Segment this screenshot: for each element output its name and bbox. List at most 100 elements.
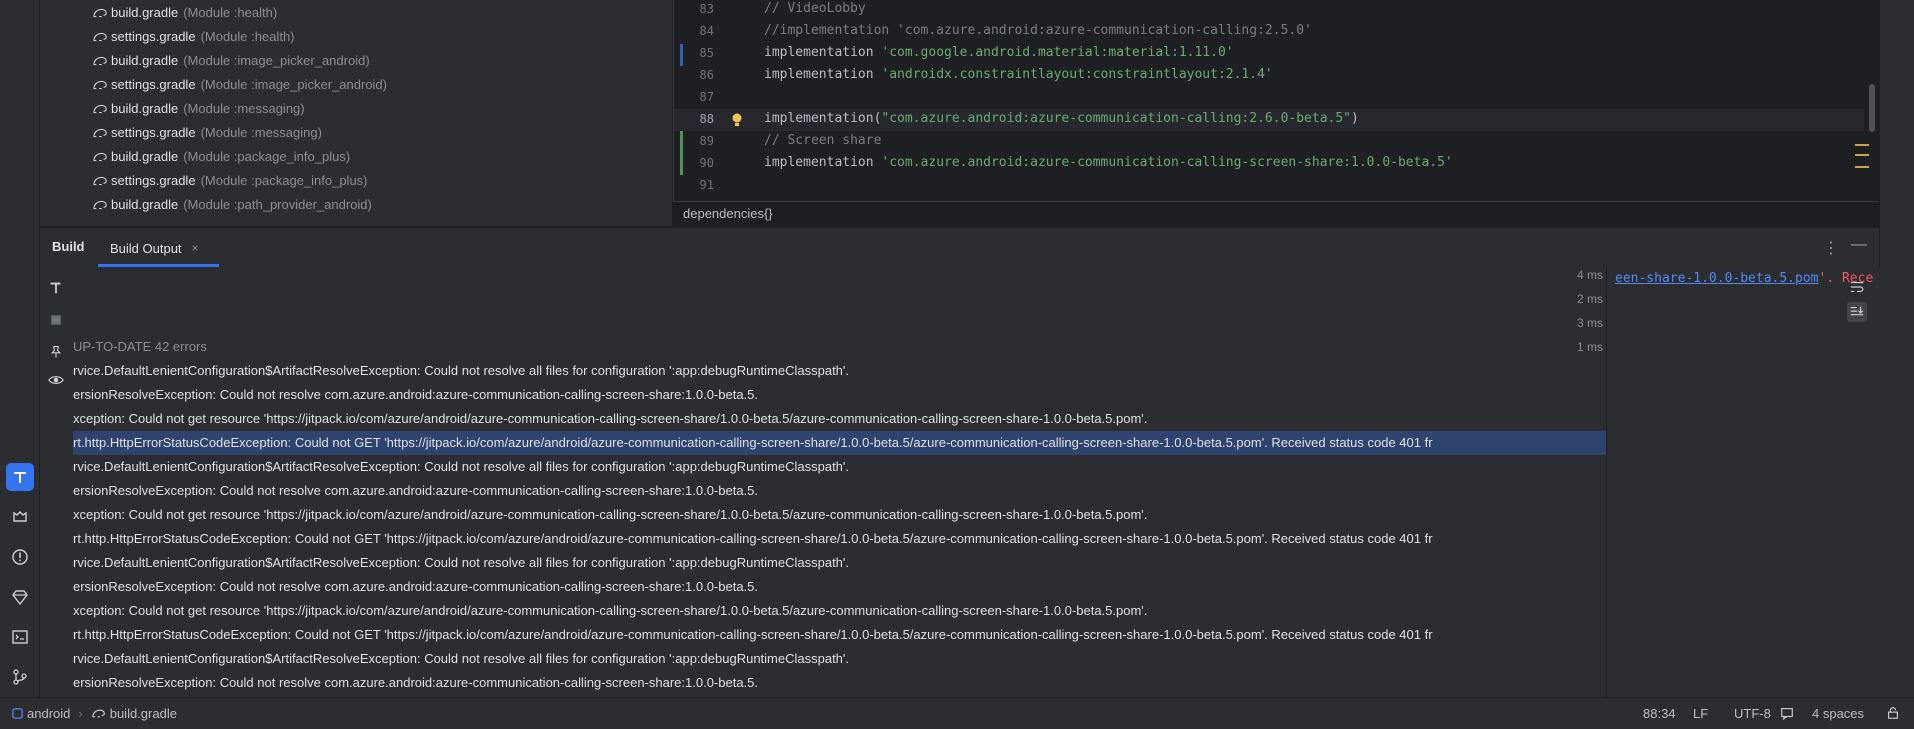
output-line[interactable]: rvice.DefaultLenientConfiguration$Artifa… (73, 359, 1606, 383)
tree-item[interactable]: settings.gradle (Module :package_info_plu… (92, 169, 368, 193)
tree-item-name: settings.gradle (111, 77, 196, 92)
build-detail-pane[interactable]: een-share-1.0.0-beta.5.pom'. Rece (1606, 267, 1885, 697)
code-keyword: implementation( (764, 111, 882, 126)
git-tool-button[interactable] (6, 663, 34, 691)
output-line[interactable]: rvice.DefaultLenientConfiguration$Artifa… (73, 455, 1606, 479)
tree-item-module: (Module :health) (200, 29, 295, 44)
tree-item[interactable]: build.gradle (Module :image_picker_androi… (92, 49, 370, 73)
pin-button[interactable] (47, 343, 65, 361)
terminal-tool-button[interactable] (6, 623, 34, 651)
hammer-icon (50, 282, 61, 294)
view-button[interactable] (47, 371, 65, 389)
editor-breadcrumb[interactable]: dependencies{} (673, 201, 1879, 226)
tree-item[interactable]: build.gradle (Module :package_info_plus) (92, 145, 350, 169)
code-line[interactable]: implementation 'com.azure.android:azure-… (764, 152, 1453, 174)
toolwindow-title: Build (52, 239, 85, 254)
output-line[interactable]: rt.http.HttpErrorStatusCodeException: Co… (73, 431, 1606, 455)
code-comment: //implementation 'com.azure.android:azur… (764, 23, 1312, 38)
code-string: 'com.google.android.material:material:1.… (881, 45, 1234, 60)
output-line[interactable]: 4 ms (73, 267, 1606, 287)
code-editor[interactable]: 83 // VideoLobby 84 //implementation 'com.a… (673, 0, 1879, 226)
tree-item-name: build.gradle (111, 53, 179, 68)
output-line[interactable]: ersionResolveException: Could not resolv… (73, 479, 1606, 503)
lock-icon[interactable] (1886, 706, 1900, 720)
output-line[interactable]: rvice.DefaultLenientConfiguration$Artifa… (73, 647, 1606, 671)
code-keyword: implementation (764, 45, 882, 60)
logcat-tool-button[interactable] (6, 503, 34, 531)
pom-link[interactable]: een-share-1.0.0-beta.5.pom (1615, 271, 1819, 286)
close-icon[interactable]: × (192, 241, 199, 255)
code-line[interactable]: implementation 'androidx.constraintlayou… (764, 64, 1273, 86)
line-separator[interactable]: LF (1693, 706, 1708, 721)
code-line[interactable]: implementation 'com.google.android.mater… (764, 42, 1234, 64)
output-text: UP-TO-DATE 42 errors (73, 339, 207, 354)
scroll-to-end-button[interactable] (1847, 302, 1867, 322)
tree-item[interactable]: build.gradle (Module :path_provider_andro… (92, 193, 372, 217)
indent-setting[interactable]: 4 spaces (1812, 706, 1864, 721)
output-line[interactable]: rt.http.HttpErrorStatusCodeException: Co… (73, 623, 1606, 647)
problems-tool-button[interactable] (6, 543, 34, 571)
more-options-icon[interactable]: ⋮ (1823, 238, 1839, 258)
code-line[interactable]: //implementation 'com.azure.android:azur… (764, 20, 1312, 42)
code-line[interactable]: // Screen share (764, 130, 881, 152)
logcat-icon (13, 511, 27, 522)
output-text: rt.http.HttpErrorStatusCodeException: Co… (73, 531, 1433, 546)
soft-wrap-icon (1850, 281, 1864, 293)
editor-scrollbar[interactable] (1869, 84, 1875, 132)
build-tool-button[interactable] (6, 463, 34, 491)
output-line[interactable]: rvice.DefaultLenientConfiguration$Artifa… (73, 551, 1606, 575)
minimize-icon[interactable]: — (1851, 236, 1867, 254)
output-line[interactable]: UP-TO-DATE 42 errors 1 ms (73, 335, 1606, 359)
tree-item[interactable]: build.gradle (Module :messaging) (92, 97, 305, 121)
tree-item-module: (Module :package_info_plus) (200, 173, 368, 188)
output-duration: 3 ms (1576, 316, 1603, 330)
problems-icon (12, 549, 28, 565)
status-breadcrumb[interactable]: android › build.gradle (12, 706, 177, 721)
output-line[interactable]: 3 ms (73, 311, 1606, 335)
gem-tool-button[interactable] (6, 583, 34, 611)
pin-icon (50, 346, 62, 358)
warning-marker[interactable] (1855, 166, 1869, 168)
tree-item-module: (Module :path_provider_android) (183, 197, 372, 212)
warning-marker[interactable] (1855, 144, 1869, 146)
build-output-console[interactable]: 4 ms 2 ms 3 ms UP-TO-DATE 42 errors 1 ms rvic… (73, 267, 1606, 697)
output-line[interactable]: xception: Could not get resource 'https:… (73, 503, 1606, 527)
tree-item-module: (Module :health) (183, 5, 278, 20)
code-comment: // Screen share (764, 133, 882, 148)
build-output-panel: 4 ms 2 ms 3 ms UP-TO-DATE 42 errors 1 ms rvic… (40, 267, 1885, 697)
tab-build-output[interactable]: Build Output × (98, 228, 211, 268)
tree-item-module: (Module :messaging) (183, 101, 305, 116)
status-file-name[interactable]: build.gradle (110, 706, 177, 721)
code-line[interactable]: // VideoLobby (764, 0, 866, 20)
tree-item-module: (Module :package_info_plus) (183, 149, 351, 164)
code-line[interactable]: implementation("com.azure.android:azure-… (764, 108, 1359, 130)
gradle-icon (93, 32, 107, 42)
line-number: 83 (699, 2, 714, 16)
output-line[interactable]: xception: Could not get resource 'https:… (73, 407, 1606, 431)
output-line[interactable]: rt.http.HttpErrorStatusCodeException: Co… (73, 527, 1606, 551)
tree-item[interactable]: build.gradle (Module :health) (92, 1, 277, 25)
status-project-name[interactable]: android (27, 706, 70, 721)
soft-wrap-button[interactable] (1847, 277, 1867, 297)
output-text: rt.http.HttpErrorStatusCodeException: Co… (73, 435, 1433, 450)
output-line[interactable]: ersionResolveException: Could not resolv… (73, 383, 1606, 407)
tree-item[interactable]: settings.gradle (Module :health) (92, 25, 295, 49)
lightbulb-icon[interactable] (730, 112, 744, 128)
output-line[interactable]: ersionResolveException: Could not resolv… (73, 575, 1606, 599)
line-number: 86 (699, 68, 714, 82)
stop-build-button[interactable] (47, 311, 65, 329)
output-text: rvice.DefaultLenientConfiguration$Artifa… (73, 363, 850, 378)
output-line[interactable]: 2 ms (73, 287, 1606, 311)
warning-marker[interactable] (1855, 154, 1869, 156)
tree-item[interactable]: settings.gradle (Module :messaging) (92, 121, 322, 145)
output-line[interactable]: ersionResolveException: Could not resolv… (73, 671, 1606, 695)
readonly-toggle-icon[interactable] (1780, 706, 1794, 720)
rerun-build-button[interactable] (47, 279, 65, 297)
tree-item-name: build.gradle (111, 197, 179, 212)
gradle-icon (93, 104, 107, 114)
file-encoding[interactable]: UTF-8 (1734, 706, 1771, 721)
tree-item[interactable]: settings.gradle (Module :image_picker_and… (92, 73, 387, 97)
output-line[interactable]: xception: Could not get resource 'https:… (73, 599, 1606, 623)
output-duration: 1 ms (1576, 340, 1603, 354)
caret-position[interactable]: 88:34 (1643, 706, 1676, 721)
